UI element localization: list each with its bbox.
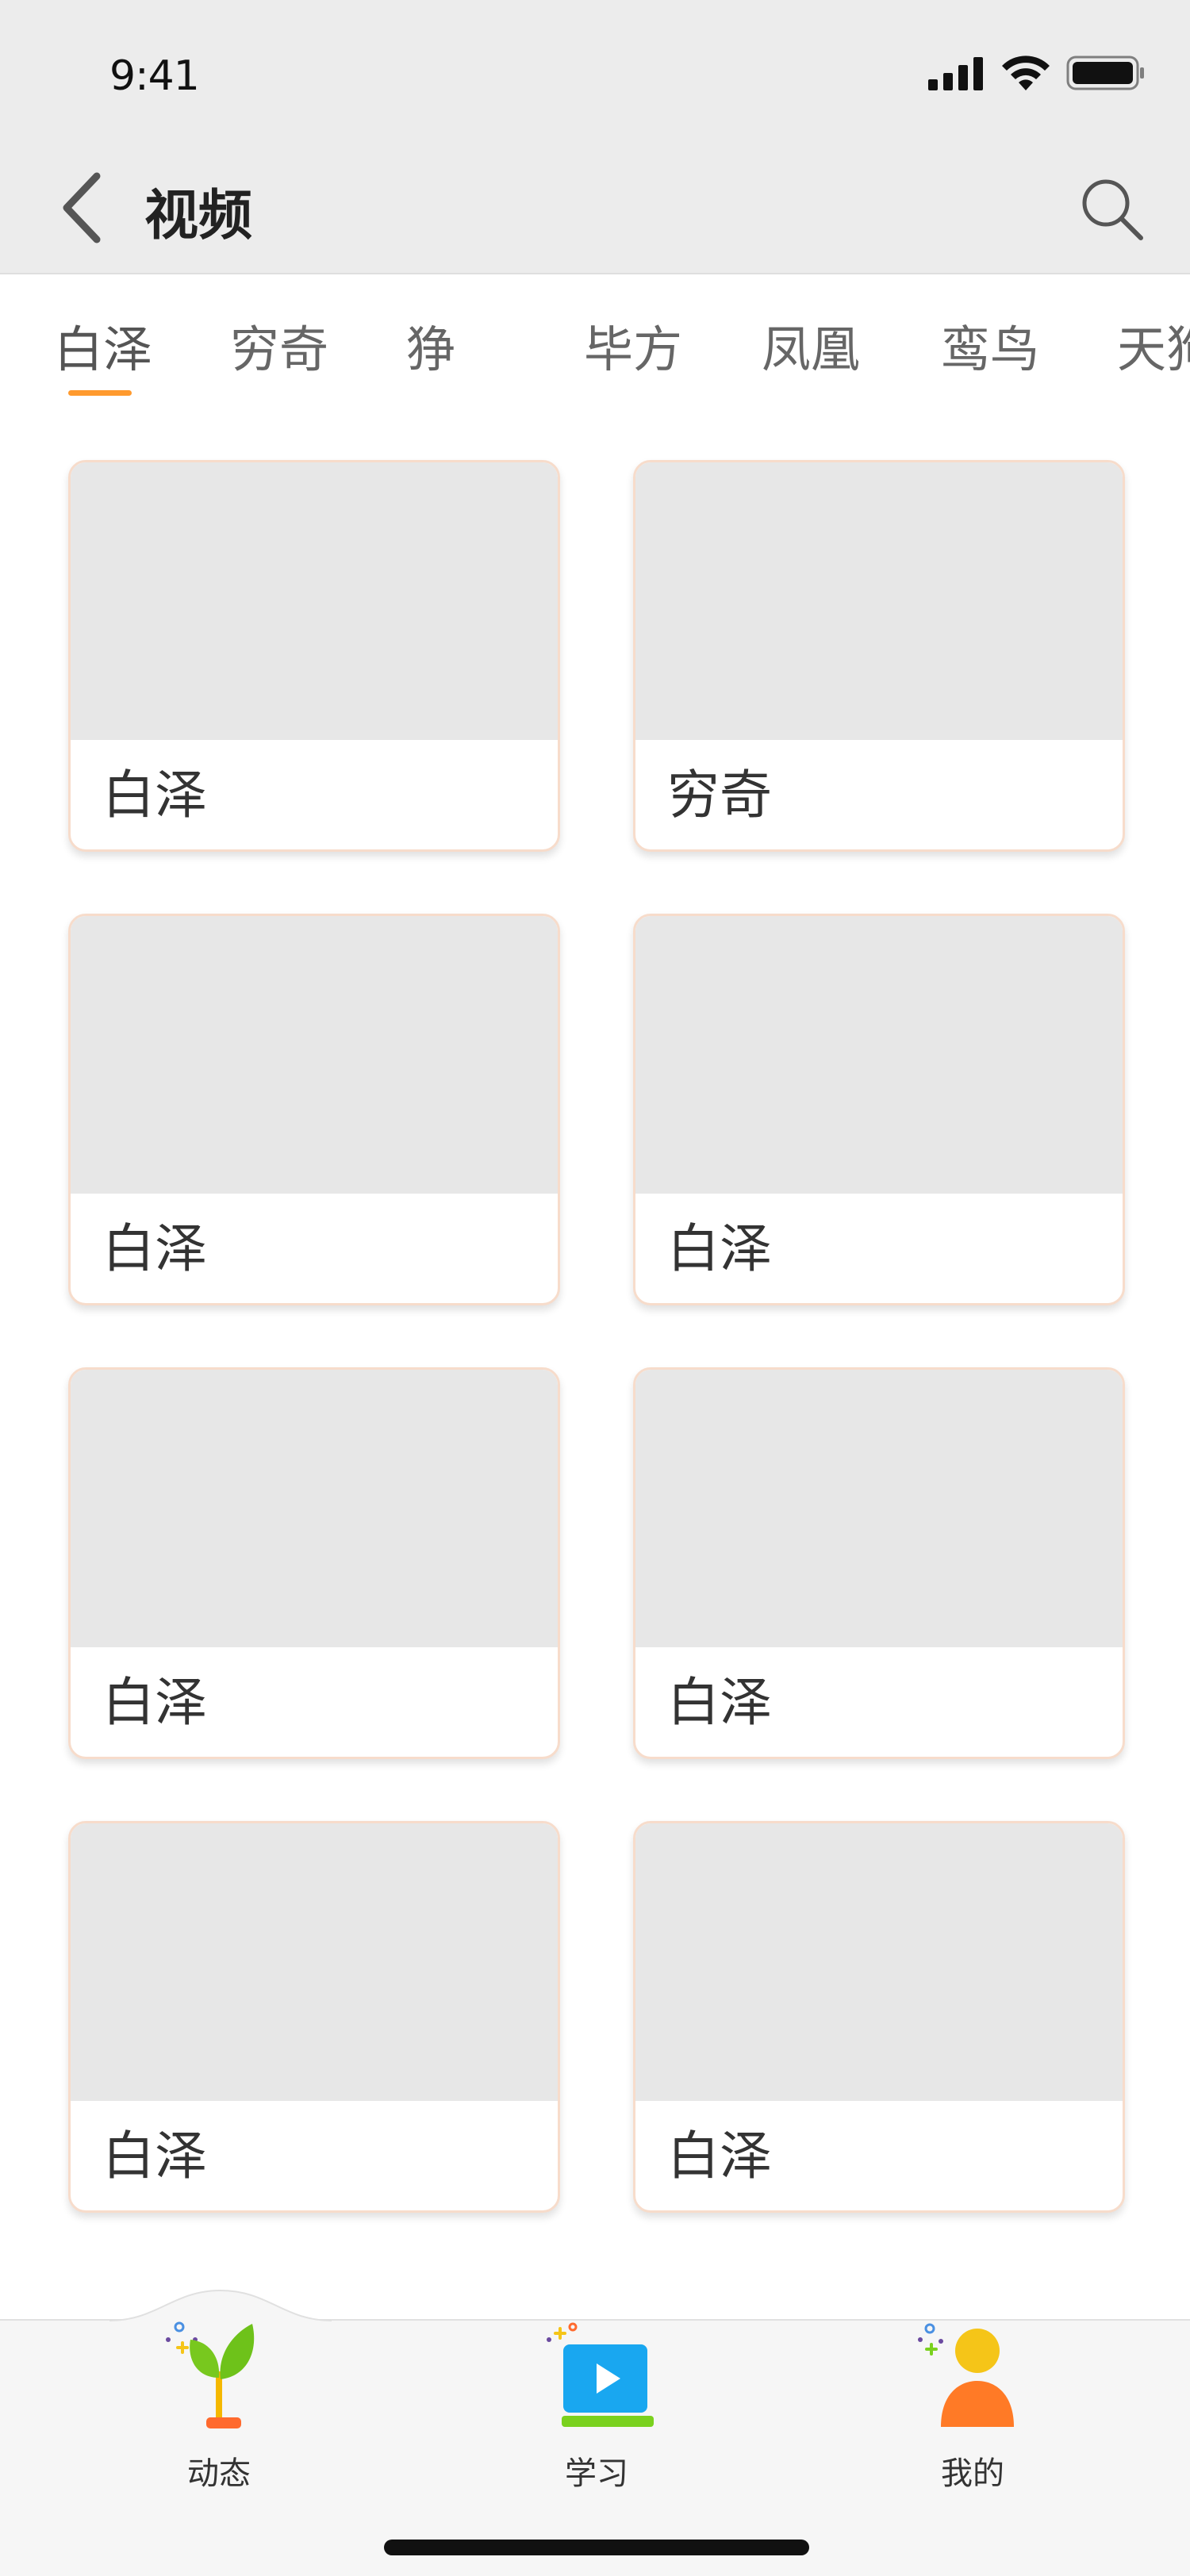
video-title: 穷奇 (667, 765, 772, 826)
status-icons (928, 54, 1146, 92)
video-thumbnail (71, 1823, 558, 2101)
tabbar-item-study[interactable]: 学习 (478, 2316, 716, 2498)
active-tab-indicator (68, 390, 132, 396)
video-title: 白泽 (667, 1672, 772, 1733)
chevron-left-icon (63, 172, 101, 243)
tabbar-item-dynamic[interactable]: 动态 (100, 2316, 338, 2498)
video-title: 白泽 (102, 2126, 207, 2187)
tab-luanniao[interactable]: 鸾鸟 (941, 309, 1039, 381)
page-title: 视频 (144, 185, 253, 247)
battery-icon (1066, 56, 1144, 90)
video-card[interactable]: 白泽 (633, 1821, 1125, 2213)
wifi-icon (1002, 56, 1050, 90)
video-card[interactable]: 白泽 (633, 1367, 1125, 1759)
video-card[interactable]: 白泽 (633, 914, 1125, 1305)
category-tabs: 白泽 穷奇 狰 毕方 凤凰 鸾鸟 天狗 (0, 276, 1190, 403)
tabbar-label: 学习 (565, 2455, 628, 2492)
video-title: 白泽 (667, 1218, 772, 1279)
video-card[interactable]: 白泽 (68, 1367, 560, 1759)
video-thumbnail (71, 462, 558, 740)
tab-qiongqi[interactable]: 穷奇 (230, 309, 328, 381)
tab-tiangou[interactable]: 天狗 (1117, 309, 1190, 381)
search-icon (1082, 179, 1143, 240)
tab-zheng[interactable]: 狰 (406, 309, 455, 381)
user-icon (918, 2323, 1014, 2427)
search-button[interactable] (1077, 174, 1146, 243)
video-thumbnail (635, 462, 1123, 740)
video-thumbnail (635, 1370, 1123, 1647)
video-title: 白泽 (667, 2126, 772, 2187)
video-card[interactable]: 白泽 (68, 914, 560, 1305)
tab-baize[interactable]: 白泽 (54, 309, 152, 381)
video-thumbnail (71, 1370, 558, 1647)
video-title: 白泽 (102, 1672, 207, 1733)
signal-icon (928, 57, 983, 90)
video-thumbnail (635, 1823, 1123, 2101)
tabbar-label: 动态 (187, 2455, 251, 2492)
video-card[interactable]: 穷奇 (633, 460, 1125, 852)
sprout-icon (166, 2321, 255, 2428)
home-indicator[interactable] (384, 2540, 809, 2555)
video-thumbnail (71, 916, 558, 1194)
video-title: 白泽 (102, 765, 207, 826)
status-time: 9:41 (109, 52, 200, 100)
tabbar-label: 我的 (941, 2455, 1004, 2492)
video-thumbnail (635, 916, 1123, 1194)
video-card[interactable]: 白泽 (68, 460, 560, 852)
tab-fenghuang[interactable]: 凤凰 (762, 309, 860, 381)
video-title: 白泽 (102, 1218, 207, 1279)
back-button[interactable] (56, 168, 111, 247)
tab-bifang[interactable]: 毕方 (584, 309, 682, 381)
tabbar-item-mine[interactable]: 我的 (854, 2316, 1092, 2498)
play-video-icon (547, 2322, 654, 2427)
video-card[interactable]: 白泽 (68, 1821, 560, 2213)
